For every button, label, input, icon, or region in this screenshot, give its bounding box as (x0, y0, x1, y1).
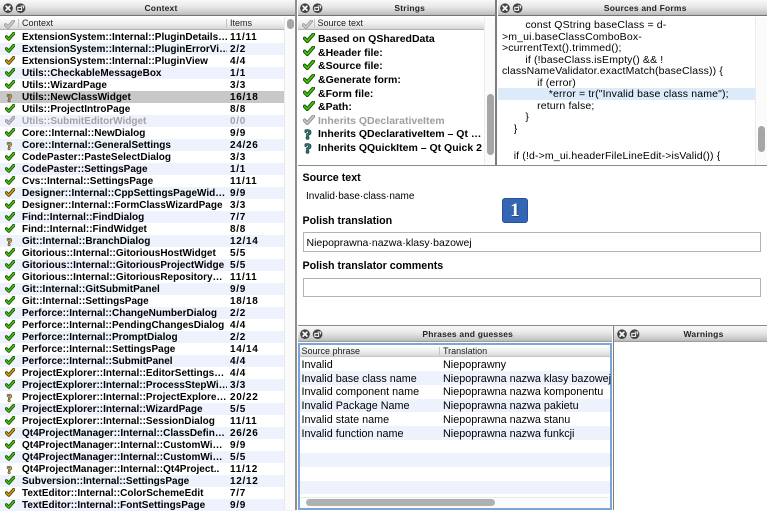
svg-text:?: ? (6, 94, 11, 104)
svg-text:?: ? (304, 142, 311, 155)
svg-text:?: ? (6, 466, 11, 476)
svg-text:?: ? (6, 394, 11, 404)
svg-text:?: ? (6, 238, 11, 248)
svg-text:?: ? (6, 142, 11, 152)
svg-text:?: ? (304, 128, 311, 141)
